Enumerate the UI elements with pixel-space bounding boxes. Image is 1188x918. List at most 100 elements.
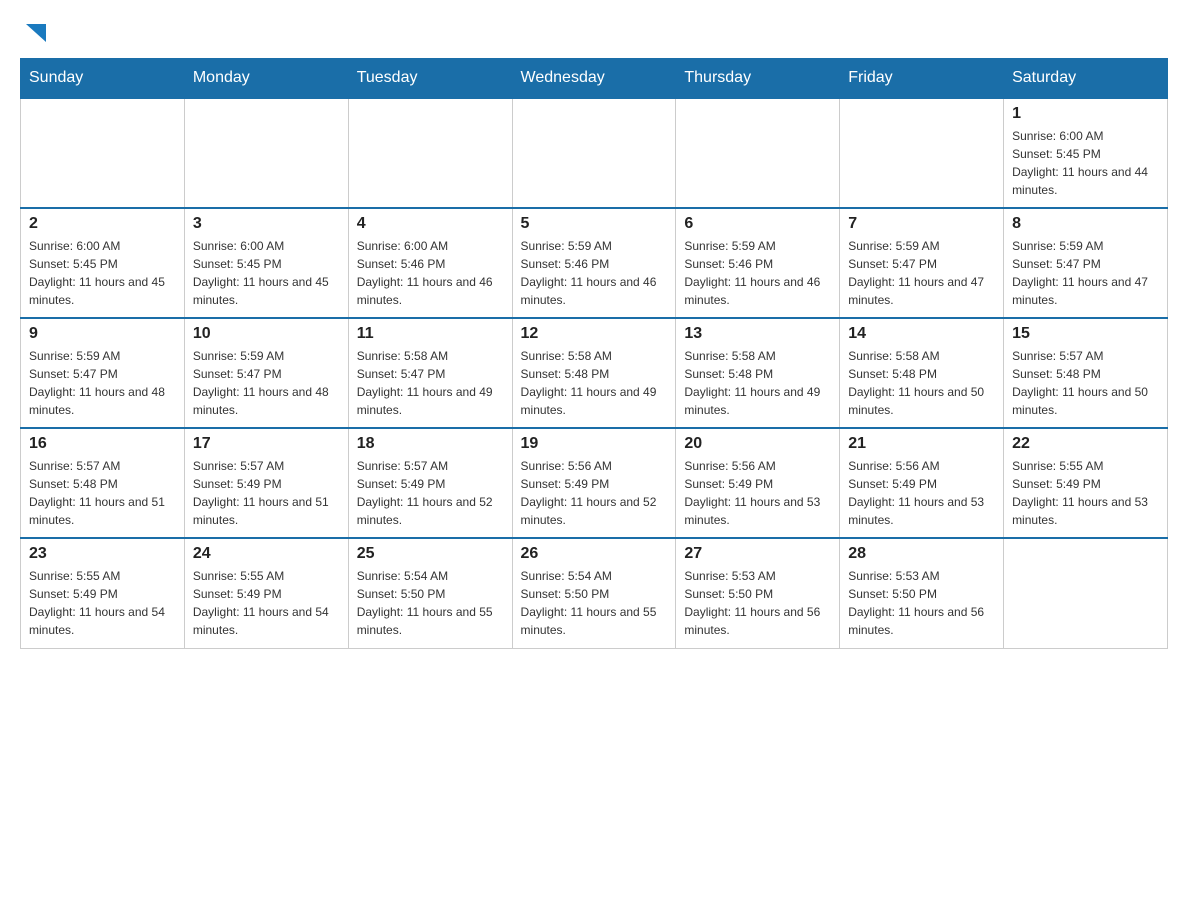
calendar-cell: 4 Sunrise: 6:00 AM Sunset: 5:46 PM Daylig… [348,208,512,318]
day-info: Sunrise: 5:55 AM Sunset: 5:49 PM Dayligh… [29,567,176,639]
day-info: Sunrise: 5:55 AM Sunset: 5:49 PM Dayligh… [193,567,340,639]
day-info: Sunrise: 5:58 AM Sunset: 5:48 PM Dayligh… [848,347,995,419]
calendar-cell: 20 Sunrise: 5:56 AM Sunset: 5:49 PM Dayli… [676,428,840,538]
day-info: Sunrise: 6:00 AM Sunset: 5:45 PM Dayligh… [29,237,176,309]
day-info: Sunrise: 5:57 AM Sunset: 5:49 PM Dayligh… [357,457,504,529]
day-info: Sunrise: 5:53 AM Sunset: 5:50 PM Dayligh… [684,567,831,639]
weekday-header-saturday: Saturday [1004,59,1168,99]
calendar-cell: 18 Sunrise: 5:57 AM Sunset: 5:49 PM Dayli… [348,428,512,538]
day-number: 13 [684,325,831,343]
calendar-cell: 22Sunrise: 5:55 AM Sunset: 5:49 PM Dayli… [1004,428,1168,538]
day-info: Sunrise: 5:54 AM Sunset: 5:50 PM Dayligh… [521,567,668,639]
day-info: Sunrise: 5:59 AM Sunset: 5:46 PM Dayligh… [521,237,668,309]
day-number: 12 [521,325,668,343]
day-info: Sunrise: 5:58 AM Sunset: 5:47 PM Dayligh… [357,347,504,419]
day-info: Sunrise: 5:57 AM Sunset: 5:48 PM Dayligh… [1012,347,1159,419]
day-info: Sunrise: 6:00 AM Sunset: 5:45 PM Dayligh… [193,237,340,309]
day-number: 7 [848,215,995,233]
day-number: 25 [357,545,504,563]
day-number: 14 [848,325,995,343]
calendar-cell [512,98,676,208]
calendar-cell: 17 Sunrise: 5:57 AM Sunset: 5:49 PM Dayli… [184,428,348,538]
day-info: Sunrise: 5:59 AM Sunset: 5:47 PM Dayligh… [193,347,340,419]
calendar-cell: 28 Sunrise: 5:53 AM Sunset: 5:50 PM Dayli… [840,538,1004,648]
calendar-week-row: 16 Sunrise: 5:57 AM Sunset: 5:48 PM Dayli… [21,428,1168,538]
calendar-cell: 2 Sunrise: 6:00 AM Sunset: 5:45 PM Daylig… [21,208,185,318]
day-info: Sunrise: 6:00 AM Sunset: 5:46 PM Dayligh… [357,237,504,309]
calendar-cell: 1 Sunrise: 6:00 AM Sunset: 5:45 PM Daylig… [1004,98,1168,208]
day-number: 4 [357,215,504,233]
day-number: 8 [1012,215,1159,233]
day-number: 16 [29,435,176,453]
calendar-cell: 15 Sunrise: 5:57 AM Sunset: 5:48 PM Dayli… [1004,318,1168,428]
calendar-cell [676,98,840,208]
day-number: 21 [848,435,995,453]
calendar-cell [184,98,348,208]
day-number: 2 [29,215,176,233]
day-number: 5 [521,215,668,233]
weekday-header-friday: Friday [840,59,1004,99]
day-info: Sunrise: 5:54 AM Sunset: 5:50 PM Dayligh… [357,567,504,639]
calendar-cell: 13 Sunrise: 5:58 AM Sunset: 5:48 PM Dayli… [676,318,840,428]
day-number: 17 [193,435,340,453]
calendar-cell: 7Sunrise: 5:59 AM Sunset: 5:47 PM Daylig… [840,208,1004,318]
calendar-cell: 3 Sunrise: 6:00 AM Sunset: 5:45 PM Daylig… [184,208,348,318]
day-info: Sunrise: 5:59 AM Sunset: 5:47 PM Dayligh… [1012,237,1159,309]
day-info: Sunrise: 5:58 AM Sunset: 5:48 PM Dayligh… [684,347,831,419]
calendar-week-row: 1 Sunrise: 6:00 AM Sunset: 5:45 PM Daylig… [21,98,1168,208]
calendar-cell: 26Sunrise: 5:54 AM Sunset: 5:50 PM Dayli… [512,538,676,648]
calendar-cell [1004,538,1168,648]
calendar-cell: 21 Sunrise: 5:56 AM Sunset: 5:49 PM Dayli… [840,428,1004,538]
day-info: Sunrise: 5:56 AM Sunset: 5:49 PM Dayligh… [684,457,831,529]
day-info: Sunrise: 6:00 AM Sunset: 5:45 PM Dayligh… [1012,127,1159,199]
day-number: 28 [848,545,995,563]
logo [20,20,50,48]
day-number: 18 [357,435,504,453]
weekday-header-monday: Monday [184,59,348,99]
calendar-cell: 8 Sunrise: 5:59 AM Sunset: 5:47 PM Daylig… [1004,208,1168,318]
day-number: 15 [1012,325,1159,343]
calendar-cell: 6 Sunrise: 5:59 AM Sunset: 5:46 PM Daylig… [676,208,840,318]
calendar-week-row: 9 Sunrise: 5:59 AM Sunset: 5:47 PM Daylig… [21,318,1168,428]
calendar-cell: 14 Sunrise: 5:58 AM Sunset: 5:48 PM Dayli… [840,318,1004,428]
calendar-cell: 16 Sunrise: 5:57 AM Sunset: 5:48 PM Dayli… [21,428,185,538]
calendar-cell: 9 Sunrise: 5:59 AM Sunset: 5:47 PM Daylig… [21,318,185,428]
calendar-week-row: 23 Sunrise: 5:55 AM Sunset: 5:49 PM Dayli… [21,538,1168,648]
calendar-cell [840,98,1004,208]
day-number: 1 [1012,105,1159,123]
calendar-cell: 23 Sunrise: 5:55 AM Sunset: 5:49 PM Dayli… [21,538,185,648]
day-number: 24 [193,545,340,563]
calendar-cell: 10 Sunrise: 5:59 AM Sunset: 5:47 PM Dayli… [184,318,348,428]
day-info: Sunrise: 5:57 AM Sunset: 5:49 PM Dayligh… [193,457,340,529]
day-info: Sunrise: 5:59 AM Sunset: 5:46 PM Dayligh… [684,237,831,309]
calendar-cell [21,98,185,208]
weekday-header-wednesday: Wednesday [512,59,676,99]
day-number: 10 [193,325,340,343]
weekday-header-tuesday: Tuesday [348,59,512,99]
day-info: Sunrise: 5:58 AM Sunset: 5:48 PM Dayligh… [521,347,668,419]
logo-triangle-icon [22,20,50,48]
day-info: Sunrise: 5:57 AM Sunset: 5:48 PM Dayligh… [29,457,176,529]
day-number: 3 [193,215,340,233]
calendar-cell: 25 Sunrise: 5:54 AM Sunset: 5:50 PM Dayli… [348,538,512,648]
day-info: Sunrise: 5:53 AM Sunset: 5:50 PM Dayligh… [848,567,995,639]
calendar-cell: 24 Sunrise: 5:55 AM Sunset: 5:49 PM Dayli… [184,538,348,648]
calendar-week-row: 2 Sunrise: 6:00 AM Sunset: 5:45 PM Daylig… [21,208,1168,318]
calendar-cell: 5 Sunrise: 5:59 AM Sunset: 5:46 PM Daylig… [512,208,676,318]
day-number: 23 [29,545,176,563]
calendar-table: SundayMondayTuesdayWednesdayThursdayFrid… [20,58,1168,649]
day-number: 22 [1012,435,1159,453]
page-header [20,20,1168,48]
calendar-cell: 12 Sunrise: 5:58 AM Sunset: 5:48 PM Dayli… [512,318,676,428]
day-number: 19 [521,435,668,453]
weekday-header-thursday: Thursday [676,59,840,99]
weekday-header-sunday: Sunday [21,59,185,99]
day-info: Sunrise: 5:56 AM Sunset: 5:49 PM Dayligh… [848,457,995,529]
calendar-cell: 11 Sunrise: 5:58 AM Sunset: 5:47 PM Dayli… [348,318,512,428]
day-number: 20 [684,435,831,453]
day-info: Sunrise: 5:59 AM Sunset: 5:47 PM Dayligh… [29,347,176,419]
day-number: 9 [29,325,176,343]
day-number: 6 [684,215,831,233]
calendar-header-row: SundayMondayTuesdayWednesdayThursdayFrid… [21,59,1168,99]
day-number: 11 [357,325,504,343]
